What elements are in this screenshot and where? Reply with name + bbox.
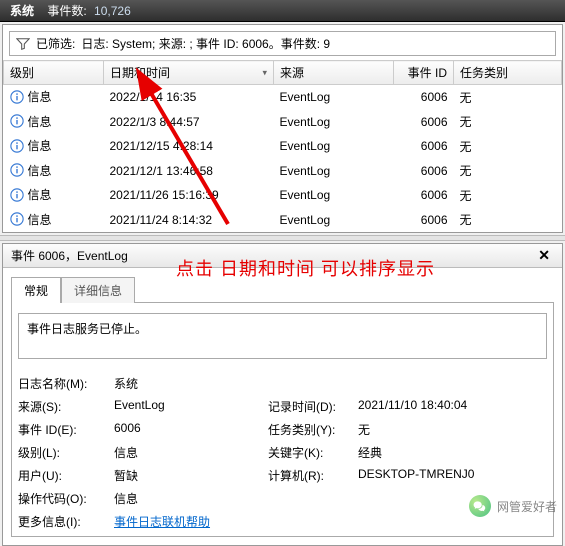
table-row[interactable]: 信息 2021/11/24 8:14:32EventLog6006无	[4, 208, 562, 233]
val-taskcat: 无	[358, 421, 547, 438]
source-cell: EventLog	[274, 110, 394, 135]
lbl-computer: 计算机(R):	[268, 467, 354, 484]
source-cell: EventLog	[274, 85, 394, 110]
source-cell: EventLog	[274, 134, 394, 159]
event-list-pane: 已筛选: 日志: System; 来源: ; 事件 ID: 6006。事件数: …	[2, 24, 563, 233]
tab-general[interactable]: 常规	[11, 277, 61, 303]
lbl-logged: 记录时间(D):	[268, 398, 354, 415]
splitter[interactable]	[0, 235, 565, 241]
eventid-cell: 6006	[394, 183, 454, 208]
val-computer: DESKTOP-TMRENJ0	[358, 467, 547, 484]
window-titlebar: 系统 事件数: 10,726	[0, 0, 565, 22]
table-row[interactable]: 信息 2021/12/15 4:28:14EventLog6006无	[4, 134, 562, 159]
filter-bar[interactable]: 已筛选: 日志: System; 来源: ; 事件 ID: 6006。事件数: …	[9, 31, 556, 56]
lbl-user: 用户(U):	[18, 467, 110, 484]
val-logname: 系统	[114, 375, 547, 392]
table-header-row: 级别 日期和时间 ▾ 来源 事件 ID 任务类别	[4, 61, 562, 85]
source-cell: EventLog	[274, 159, 394, 184]
datetime-cell: 2021/11/24 8:14:32	[104, 208, 274, 233]
col-level[interactable]: 级别	[4, 61, 104, 85]
lbl-logname: 日志名称(M):	[18, 375, 110, 392]
taskcat-cell: 无	[454, 159, 562, 184]
event-table: 级别 日期和时间 ▾ 来源 事件 ID 任务类别 信息 2022/1/14 16:…	[3, 60, 562, 232]
filter-icon	[16, 37, 30, 51]
lbl-opcode: 操作代码(O):	[18, 490, 110, 507]
val-level: 信息	[114, 444, 264, 461]
event-total-value: 10,726	[94, 4, 131, 18]
taskcat-cell: 无	[454, 134, 562, 159]
table-row[interactable]: 信息 2022/1/3 8:44:57EventLog6006无	[4, 110, 562, 135]
datetime-cell: 2022/1/3 8:44:57	[104, 110, 274, 135]
info-icon: 信息	[10, 211, 52, 228]
tabs: 常规 详细信息	[3, 268, 562, 302]
level-cell: 信息	[28, 113, 52, 130]
lbl-source: 来源(S):	[18, 398, 110, 415]
val-keywords: 经典	[358, 444, 547, 461]
col-source[interactable]: 来源	[274, 61, 394, 85]
level-cell: 信息	[28, 88, 52, 105]
source-cell: EventLog	[274, 208, 394, 233]
level-cell: 信息	[28, 211, 52, 228]
col-taskcat[interactable]: 任务类别	[454, 61, 562, 85]
val-source: EventLog	[114, 398, 264, 415]
datetime-cell: 2021/12/15 4:28:14	[104, 134, 274, 159]
info-icon: 信息	[10, 88, 52, 105]
datetime-cell: 2021/11/26 15:16:39	[104, 183, 274, 208]
event-message: 事件日志服务已停止。	[18, 313, 547, 359]
tab-general-pane: 事件日志服务已停止。 日志名称(M): 系统 来源(S): EventLog 记…	[11, 302, 554, 537]
event-properties: 日志名称(M): 系统 来源(S): EventLog 记录时间(D): 202…	[18, 375, 547, 530]
eventid-cell: 6006	[394, 159, 454, 184]
eventid-cell: 6006	[394, 208, 454, 233]
eventid-cell: 6006	[394, 110, 454, 135]
taskcat-cell: 无	[454, 110, 562, 135]
lbl-keywords: 关键字(K):	[268, 444, 354, 461]
val-opcode: 信息	[114, 490, 547, 507]
event-detail-pane: 事件 6006，EventLog ✕ 常规 详细信息 事件日志服务已停止。 日志…	[2, 243, 563, 546]
filter-label: 已筛选:	[36, 35, 75, 52]
val-logged: 2021/11/10 18:40:04	[358, 398, 547, 415]
detail-titlebar: 事件 6006，EventLog ✕	[3, 244, 562, 268]
table-row[interactable]: 信息 2022/1/14 16:35EventLog6006无	[4, 85, 562, 110]
table-row[interactable]: 信息 2021/11/26 15:16:39EventLog6006无	[4, 183, 562, 208]
source-cell: EventLog	[274, 183, 394, 208]
level-cell: 信息	[28, 186, 52, 203]
taskcat-cell: 无	[454, 208, 562, 233]
more-info-link[interactable]: 事件日志联机帮助	[114, 515, 210, 529]
info-icon: 信息	[10, 162, 52, 179]
eventid-cell: 6006	[394, 134, 454, 159]
lbl-level: 级别(L):	[18, 444, 110, 461]
tab-details[interactable]: 详细信息	[61, 277, 135, 303]
val-user: 暂缺	[114, 467, 264, 484]
lbl-taskcat: 任务类别(Y):	[268, 421, 354, 438]
close-icon[interactable]: ✕	[534, 247, 554, 264]
datetime-cell: 2022/1/14 16:35	[104, 85, 274, 110]
eventid-cell: 6006	[394, 85, 454, 110]
filter-text: 日志: System; 来源: ; 事件 ID: 6006。事件数: 9	[81, 35, 330, 52]
event-total-label: 事件数:	[47, 4, 86, 18]
info-icon: 信息	[10, 137, 52, 154]
info-icon: 信息	[10, 113, 52, 130]
sort-indicator-icon: ▾	[262, 67, 267, 78]
taskcat-cell: 无	[454, 85, 562, 110]
val-eventid: 6006	[114, 421, 264, 438]
detail-title-text: 事件 6006，EventLog	[11, 247, 128, 264]
col-datetime[interactable]: 日期和时间 ▾	[104, 61, 274, 85]
taskcat-cell: 无	[454, 183, 562, 208]
level-cell: 信息	[28, 162, 52, 179]
window-title: 系统	[10, 4, 34, 18]
col-eventid[interactable]: 事件 ID	[394, 61, 454, 85]
level-cell: 信息	[28, 137, 52, 154]
lbl-eventid: 事件 ID(E):	[18, 421, 110, 438]
lbl-more: 更多信息(I):	[18, 513, 110, 530]
datetime-cell: 2021/12/1 13:46:58	[104, 159, 274, 184]
table-row[interactable]: 信息 2021/12/1 13:46:58EventLog6006无	[4, 159, 562, 184]
info-icon: 信息	[10, 186, 52, 203]
